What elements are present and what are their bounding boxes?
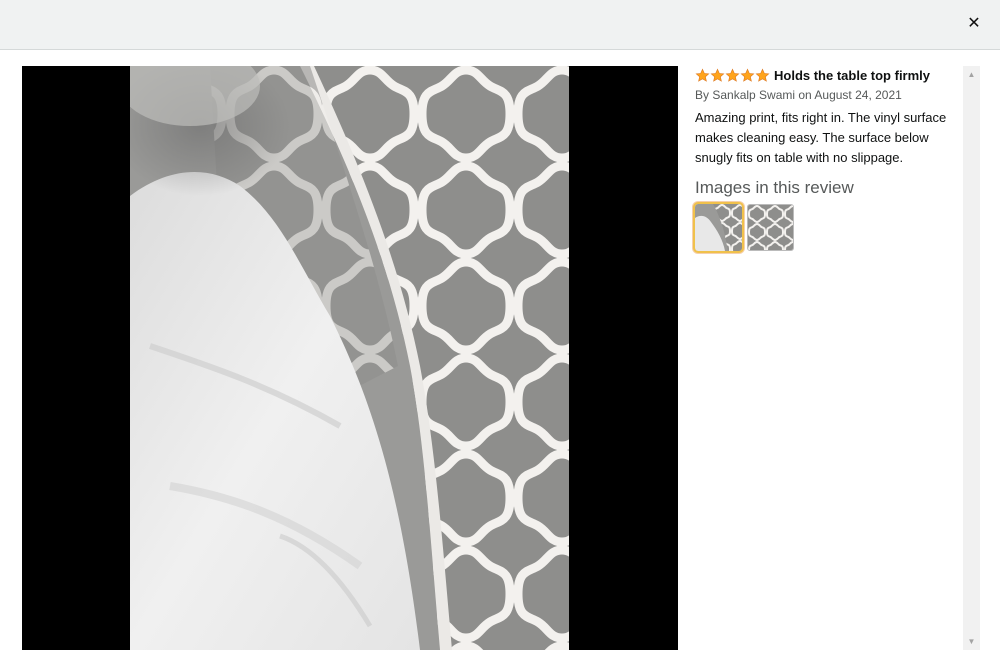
scroll-up-arrow-icon[interactable]: ▲ [963, 66, 980, 83]
review-body: Amazing print, fits right in. The vinyl … [695, 110, 947, 165]
images-heading: Images in this review [695, 178, 854, 197]
star-icon [725, 67, 740, 82]
thumbnail-1[interactable] [693, 202, 744, 253]
review-panel: Holds the table top firmly By Sankalp Sw… [693, 66, 961, 650]
review-byline: By Sankalp Swami on August 24, 2021 [695, 88, 902, 102]
star-rating [695, 67, 770, 83]
thumbnail-strip [693, 202, 961, 253]
thumbnail-2[interactable] [747, 204, 794, 251]
review-title[interactable]: Holds the table top firmly [774, 68, 930, 83]
close-icon: ✕ [967, 15, 981, 32]
star-icon [755, 67, 770, 82]
close-button[interactable]: ✕ [962, 12, 986, 36]
star-icon [695, 67, 710, 82]
star-icon [710, 67, 725, 82]
media-viewer [22, 66, 678, 650]
review-photo [130, 66, 569, 650]
review-title-row: Holds the table top firmly [695, 66, 961, 84]
modal-header: ✕ [0, 0, 1000, 50]
scroll-down-arrow-icon[interactable]: ▼ [963, 633, 980, 650]
scrollbar[interactable]: ▲ ▼ [963, 66, 980, 650]
star-icon [740, 67, 755, 82]
